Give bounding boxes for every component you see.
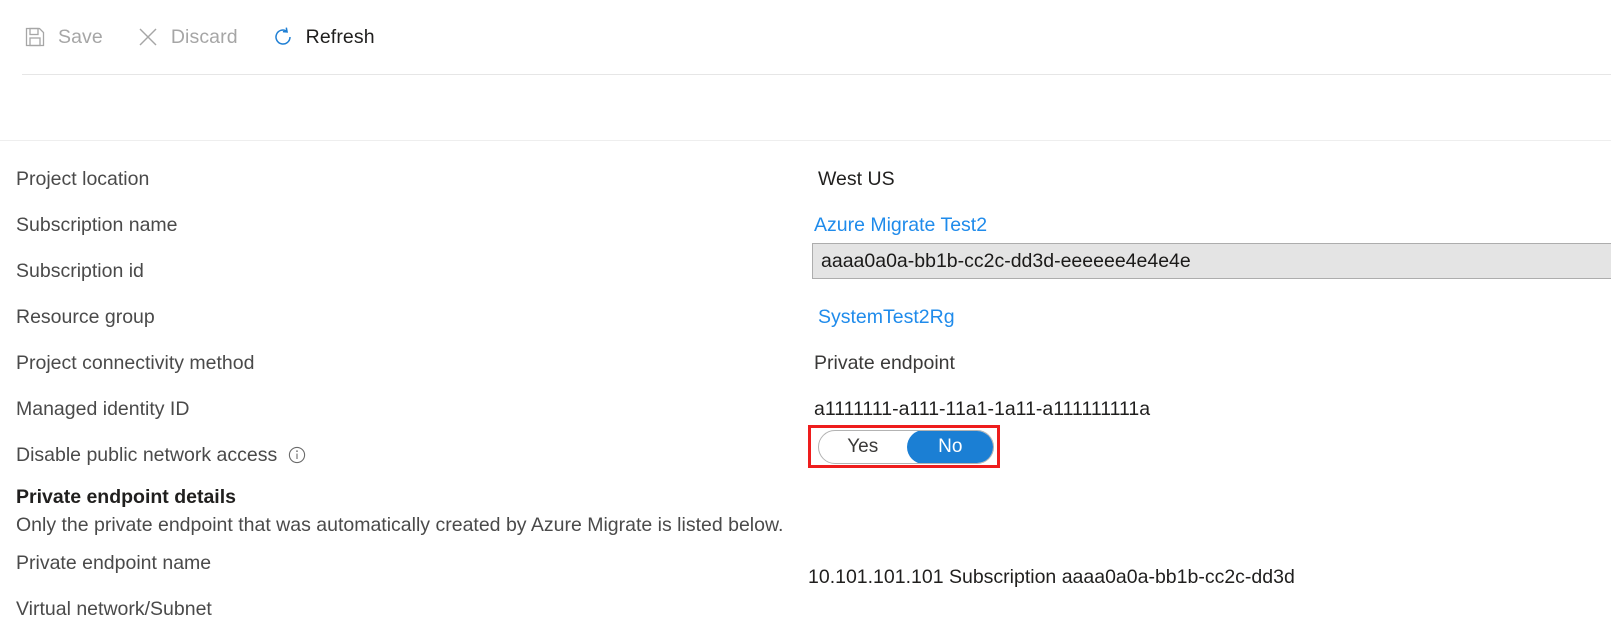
value-row-resource-group: SystemTest2Rg <box>810 294 1611 340</box>
refresh-label: Refresh <box>305 25 375 48</box>
refresh-icon <box>270 24 296 50</box>
value-row-connectivity-method: Private endpoint <box>810 340 1611 386</box>
managed-identity-id-value: a1111111-a111-11a1-1a11-a111111111a <box>814 397 1151 420</box>
subscription-name-link[interactable]: Azure Migrate Test2 <box>810 214 987 237</box>
label-project-location: Project location <box>16 167 150 190</box>
label-resource-group: Resource group <box>16 305 155 328</box>
private-endpoint-value: 10.101.101.101 Subscription aaaa0a0a-bb1… <box>808 566 1295 588</box>
toggle-option-no[interactable]: No <box>906 431 993 463</box>
toolbar-divider <box>22 74 1611 75</box>
label-managed-identity-id: Managed identity ID <box>16 397 190 420</box>
label-subscription-name: Subscription name <box>16 213 178 236</box>
save-button[interactable]: Save <box>22 17 103 57</box>
section-subtitle: Only the private endpoint that was autom… <box>16 514 784 536</box>
refresh-button[interactable]: Refresh <box>270 17 375 57</box>
label-subscription-id: Subscription id <box>16 259 144 282</box>
resource-group-link[interactable]: SystemTest2Rg <box>810 306 955 329</box>
private-endpoint-label-column: Private endpoint name Virtual network/Su… <box>16 540 776 632</box>
discard-icon <box>135 24 161 50</box>
command-toolbar: Save Discard Refresh <box>0 0 1611 74</box>
info-icon[interactable] <box>287 445 307 465</box>
header-divider <box>0 140 1611 141</box>
label-private-endpoint-name: Private endpoint name <box>16 551 212 574</box>
label-virtual-network-subnet: Virtual network/Subnet <box>16 597 212 620</box>
disable-public-network-access-toggle[interactable]: Yes No <box>818 430 994 464</box>
value-row-managed-identity-id: a1111111-a111-11a1-1a11-a111111111a <box>810 386 1611 432</box>
property-label-column: Project location Subscription name Subsc… <box>16 156 776 478</box>
toggle-option-yes[interactable]: Yes <box>819 431 907 463</box>
save-icon <box>22 24 48 50</box>
value-row-project-location: West US <box>810 156 1611 202</box>
label-disable-public-network-access: Disable public network access <box>16 432 776 478</box>
toggle-track[interactable]: Yes No <box>818 430 994 464</box>
discard-button[interactable]: Discard <box>135 17 238 57</box>
private-endpoint-details-section: Private endpoint details Only the privat… <box>16 486 916 537</box>
save-label: Save <box>58 25 103 48</box>
value-row-subscription-name: Azure Migrate Test2 <box>810 202 1611 248</box>
connectivity-method-value: Private endpoint <box>814 351 955 374</box>
discard-label: Discard <box>170 25 238 48</box>
label-connectivity-method: Project connectivity method <box>16 351 255 374</box>
section-heading: Private endpoint details <box>16 486 236 508</box>
project-location-value: West US <box>818 167 895 190</box>
subscription-id-field[interactable]: aaaa0a0a-bb1b-cc2c-dd3d-eeeeee4e4e4e <box>812 243 1611 279</box>
